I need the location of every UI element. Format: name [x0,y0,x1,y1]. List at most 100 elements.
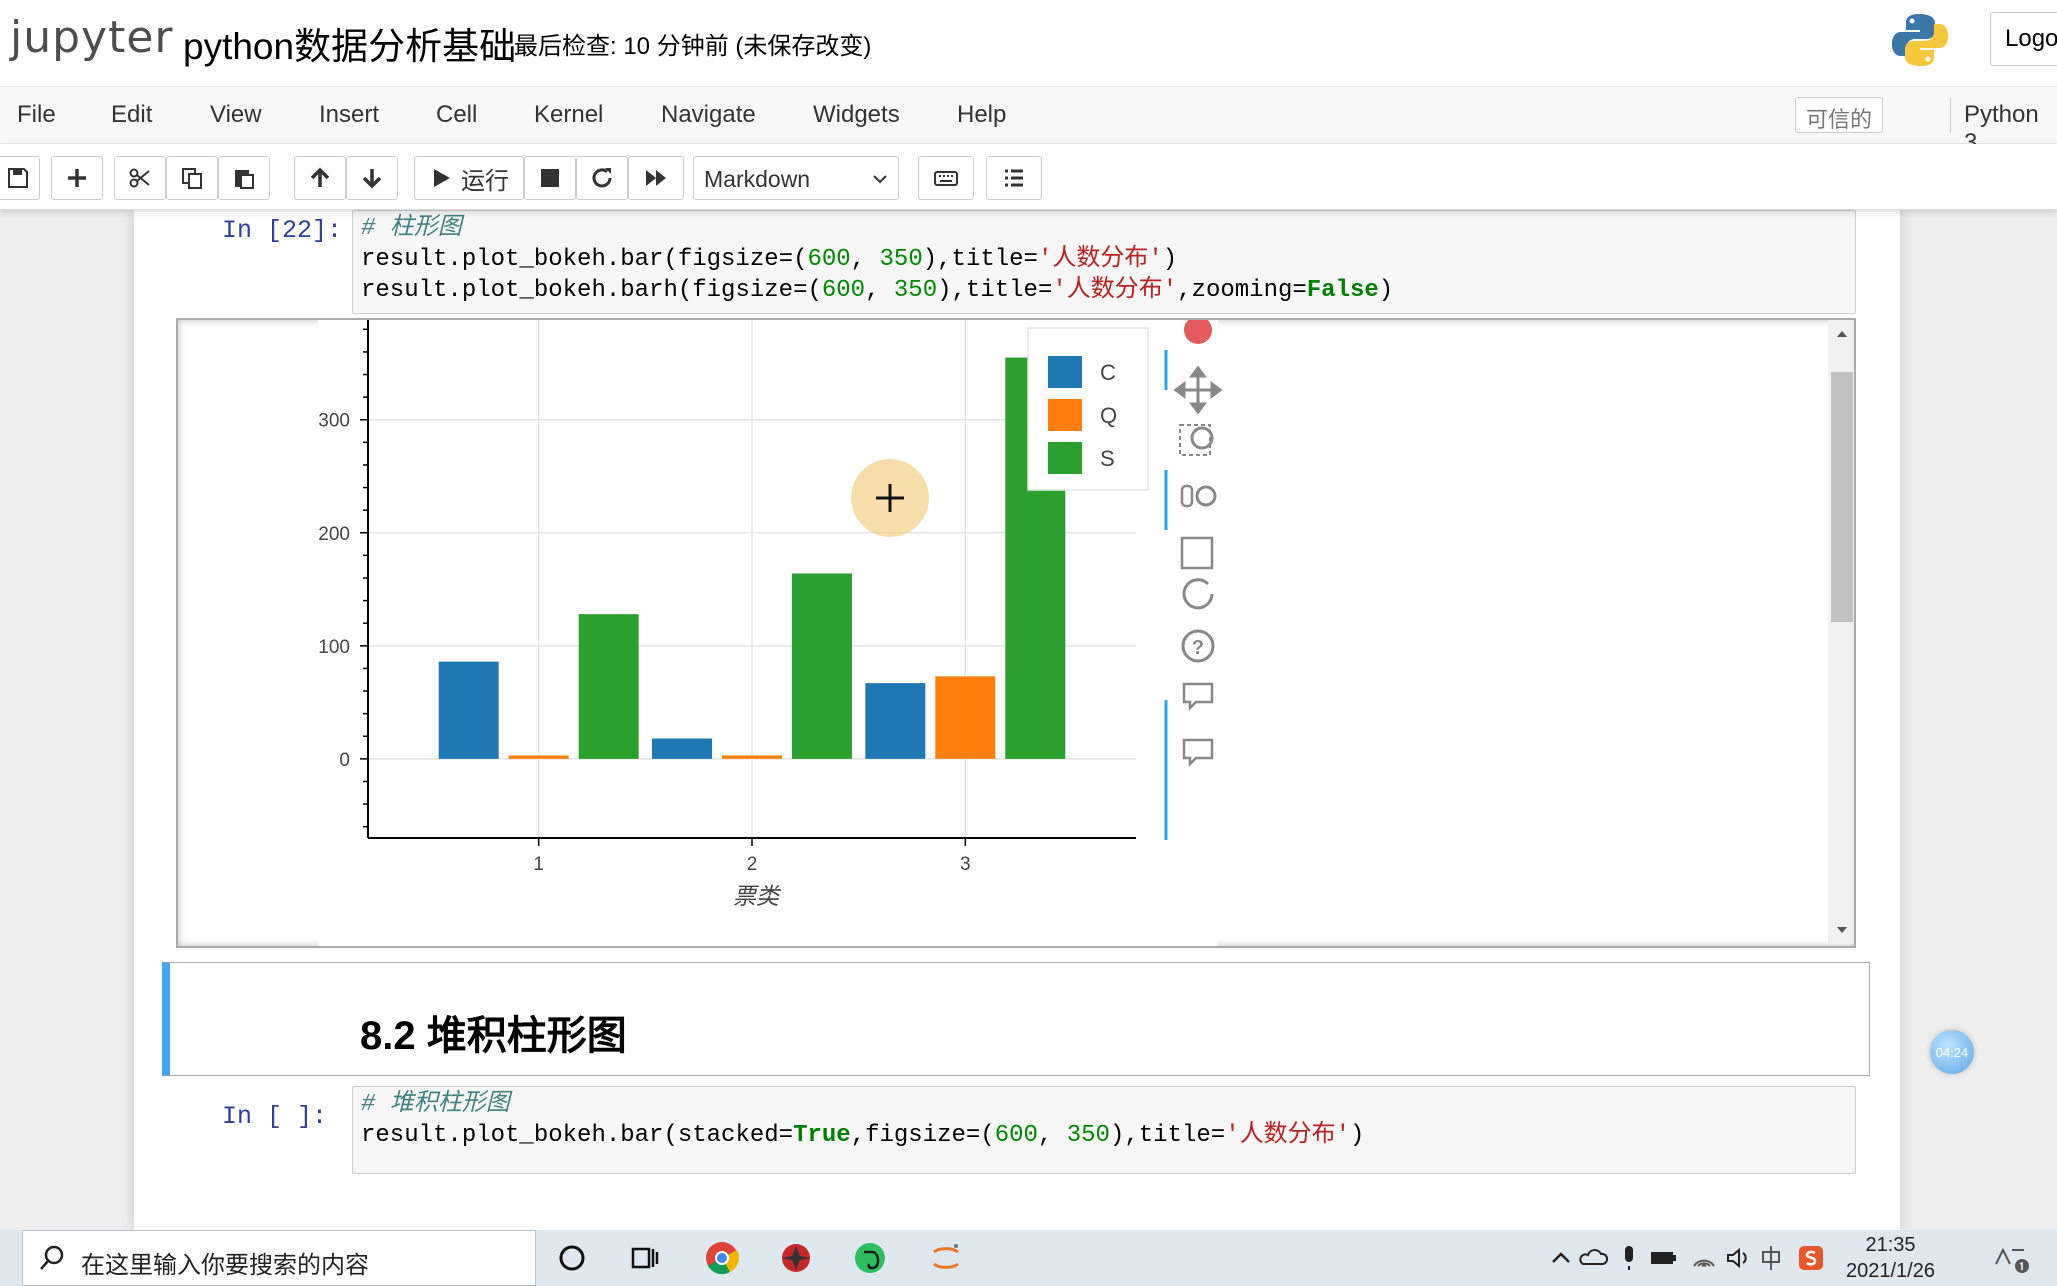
recording-timer-badge[interactable]: 04:24 [1930,1030,1974,1074]
toolbar: 运行 Markdown [0,144,2057,210]
menu-cell[interactable]: Cell [436,101,477,129]
input-method-icon[interactable] [1756,1240,1786,1276]
bokeh-bar-chart[interactable]: 0 100 200 300 1 2 3 票类 CQS? [178,320,1828,946]
legend-label-Q: Q [1100,403,1117,428]
legend-label-S: S [1100,446,1115,471]
code-number: 350 [879,246,923,273]
cell1-code-editor[interactable]: # 柱形图 result.plot_bokeh.bar(figsize=(600… [352,210,1856,314]
battery-icon[interactable] [1648,1240,1678,1276]
scroll-up-arrow-icon[interactable] [1828,324,1856,344]
task-view-icon[interactable] [626,1240,662,1276]
code-string: '人数分布' [1225,1122,1350,1149]
y-tick-label: 300 [318,411,350,432]
interrupt-button[interactable] [524,156,576,200]
taskbar-clock[interactable]: 21:35 2021/1/26 [1846,1232,1935,1284]
cell1-input-prompt: In [22]: [222,216,343,245]
bar-Q-2 [722,755,782,759]
cell1-output-area[interactable]: 0 100 200 300 1 2 3 票类 C Q S? [176,318,1856,948]
fast-forward-icon [646,170,666,186]
logout-button[interactable]: Logout [1990,12,2057,66]
help-tool-glyph: ? [1192,637,1204,659]
copy-icon [182,168,202,189]
wifi-icon[interactable] [1690,1240,1720,1276]
app-icon-red[interactable] [778,1240,814,1276]
jupyter-taskbar-icon[interactable] [928,1240,964,1276]
notebook-container: In [22]: # 柱形图 result.plot_bokeh.bar(fig… [134,210,1900,1230]
sogou-ime-icon[interactable] [1796,1240,1826,1276]
refresh-icon [592,168,612,188]
output-scroll-thumb[interactable] [1831,372,1853,622]
save-button[interactable] [0,156,40,200]
bar-Q-3 [935,676,996,759]
legend-swatch-C [1048,356,1082,388]
volume-icon[interactable] [1724,1240,1754,1276]
trusted-indicator[interactable]: 可信的 [1795,97,1884,133]
notebook-title[interactable]: python数据分析基础 [183,16,516,70]
code-text: , [865,277,894,304]
code-text: , [850,246,880,273]
jupyter-logo[interactable]: jupyter [10,12,174,63]
move-up-button[interactable] [294,156,346,200]
copy-button[interactable] [166,156,218,200]
microphone-icon[interactable] [1614,1240,1644,1276]
output-scrollbar[interactable] [1828,320,1856,944]
legend-swatch-Q [1048,399,1082,431]
y-tick-label: 100 [318,637,350,658]
screen: jupyter python数据分析基础 最后检查: 10 分钟前 (未保存改变… [0,0,2057,1286]
y-tick-label: 0 [339,750,350,771]
markdown-heading: 8.2 堆积柱形图 [360,1014,627,1058]
restart-run-all-button[interactable] [628,156,684,200]
bar-S-2 [792,573,852,759]
menu-insert[interactable]: Insert [319,101,379,129]
markdown-cell[interactable]: 8.2 堆积柱形图 [162,962,1870,1076]
cell2-code-editor[interactable]: # 堆积柱形图 result.plot_bokeh.bar(stacked=Tr… [352,1086,1856,1174]
command-palette-button[interactable] [918,156,974,200]
chevron-down-icon [873,175,887,184]
code-string: '人数分布' [1037,246,1163,273]
code-text: ),title= [1109,1122,1226,1149]
menu-help[interactable]: Help [957,101,1006,129]
taskbar-search-box[interactable]: 在这里输入你要搜索的内容 [22,1230,536,1286]
run-button[interactable]: 运行 [414,156,524,200]
checkpoint-status: 最后检查: 10 分钟前 (未保存改变) [514,33,872,60]
onedrive-icon[interactable] [1578,1240,1608,1276]
insert-cell-button[interactable] [51,156,103,200]
cell2-input-prompt: In [ ]: [222,1102,328,1131]
stop-icon [541,169,559,187]
cell-type-select[interactable]: Markdown [693,156,899,200]
menu-file[interactable]: File [17,101,56,129]
cortana-icon[interactable] [554,1240,590,1276]
code-text: ),title= [937,277,1053,304]
keyboard-icon [934,171,958,186]
move-down-button[interactable] [346,156,398,200]
x-axis-label: 票类 [733,883,782,909]
play-icon [434,169,450,187]
cut-button[interactable] [114,156,166,200]
kernel-separator [1950,97,1951,133]
cell-type-value: Markdown [704,166,811,192]
bar-C-1 [438,661,499,759]
notification-center-icon[interactable] [1990,1240,2036,1276]
menu-view[interactable]: View [210,101,262,129]
evernote-icon[interactable] [852,1240,888,1276]
code-text: result.plot_bokeh.barh(figsize=( [361,277,822,304]
run-label: 运行 [461,167,509,195]
code-number: 600 [807,246,851,273]
notebook-header: jupyter python数据分析基础 最后检查: 10 分钟前 (未保存改变… [0,0,2057,86]
chrome-icon[interactable] [704,1240,740,1276]
paste-button[interactable] [218,156,270,200]
restart-button[interactable] [576,156,628,200]
bar-Q-1 [508,755,569,759]
scroll-down-arrow-icon[interactable] [1828,920,1856,940]
code-text: ,figsize=( [850,1122,995,1149]
taskbar-search-placeholder: 在这里输入你要搜索的内容 [81,1252,369,1279]
code-text: , [1037,1122,1067,1149]
tray-chevron-up-icon[interactable] [1546,1240,1576,1276]
menu-edit[interactable]: Edit [111,101,152,129]
menu-navigate[interactable]: Navigate [661,101,756,129]
legend-box [1027,327,1149,491]
table-of-contents-button[interactable] [986,156,1042,200]
arrow-down-icon [362,169,382,189]
menu-kernel[interactable]: Kernel [534,101,603,129]
menu-widgets[interactable]: Widgets [813,101,900,129]
